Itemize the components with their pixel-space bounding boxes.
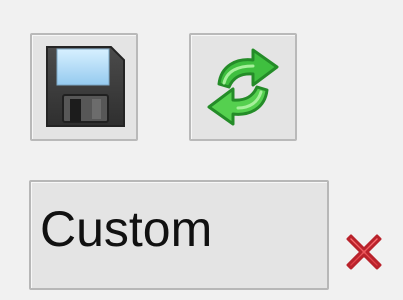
- red-x-icon: [346, 234, 382, 270]
- refresh-arrows-icon: [207, 48, 279, 126]
- custom-preset-button[interactable]: Custom: [29, 180, 329, 290]
- remove-custom-preset-icon[interactable]: [337, 225, 391, 279]
- save-button[interactable]: [30, 33, 138, 141]
- custom-preset-toolbar: Custom: [0, 0, 403, 300]
- floppy-disk-icon: [46, 46, 125, 127]
- refresh-button[interactable]: [189, 33, 297, 141]
